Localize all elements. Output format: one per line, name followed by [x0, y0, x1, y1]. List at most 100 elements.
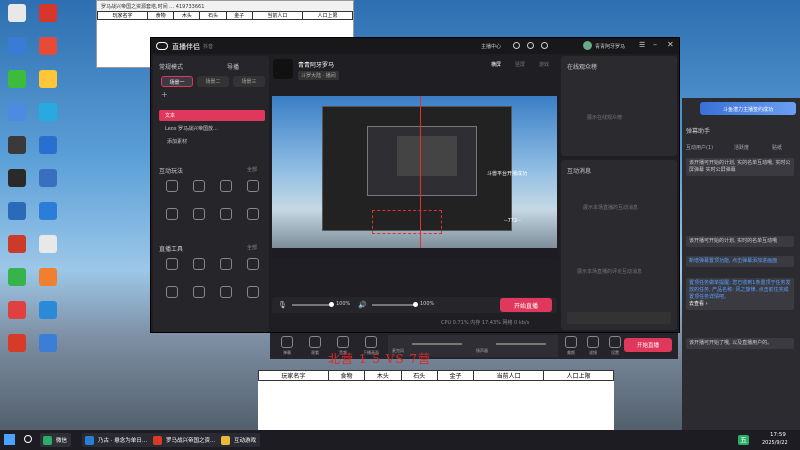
- interaction-tool-2[interactable]: [213, 180, 239, 194]
- interaction-tool-0[interactable]: [159, 180, 185, 194]
- anchor-center-button[interactable]: 主播中心: [481, 43, 501, 50]
- live-tool-5[interactable]: [186, 286, 212, 300]
- tab-activity[interactable]: 活跃度: [734, 144, 749, 151]
- desktop-icon-right-7[interactable]: [33, 235, 63, 255]
- bottom-table-window[interactable]: 玩家名字 食物 木头 石头 金子 当前人口 人口上限: [258, 370, 614, 430]
- scene-tab-2[interactable]: 场景二: [197, 76, 229, 87]
- taskbar-app-0[interactable]: 微信: [40, 433, 72, 447]
- live-tool-3[interactable]: [240, 258, 266, 272]
- app-icon: [39, 235, 57, 253]
- bottom-tool-1[interactable]: 观看: [302, 336, 328, 356]
- desktop-icon-left-7[interactable]: [2, 235, 32, 255]
- taskbar-app-1[interactable]: 乃古 · 悬念为单日…: [82, 433, 152, 447]
- desktop-icon-right-8[interactable]: [33, 268, 63, 288]
- interaction-panel: 互动消息 展示本场直播的互动消息 展示本场直播的评论互动消息: [561, 160, 677, 330]
- live-tool-0[interactable]: [159, 258, 185, 272]
- taskbar-app-2[interactable]: 罗马战兴帝国之资…: [150, 433, 220, 447]
- live-tool-1[interactable]: [186, 258, 212, 272]
- desktop-icon-right-6[interactable]: [33, 202, 63, 222]
- scene-tab-3[interactable]: 场景三: [233, 76, 265, 87]
- desktop-icon-right-3[interactable]: [33, 103, 63, 123]
- mode-select[interactable]: 常规模式: [159, 62, 183, 71]
- close-icon[interactable]: ✕: [667, 40, 674, 49]
- tool-icon: [193, 286, 205, 298]
- start-icon[interactable]: [4, 434, 15, 445]
- desktop-icon-left-10[interactable]: [2, 334, 32, 354]
- menu-icon[interactable]: ☰: [639, 41, 645, 49]
- taskbar-app-3[interactable]: 互动游戏: [218, 433, 261, 447]
- bottom-start-live-label: 开始直播: [636, 343, 659, 349]
- tool-icon: [193, 258, 205, 270]
- desktop-icon-left-0[interactable]: [2, 4, 32, 24]
- add-source-button[interactable]: 添加素材: [167, 138, 187, 145]
- add-scene-icon[interactable]: +: [161, 90, 168, 99]
- taskbar-app-icon: [85, 436, 94, 445]
- ime-indicator[interactable]: 五: [738, 435, 749, 445]
- desktop-icon-right-5[interactable]: [33, 169, 63, 189]
- bottom-tool-0[interactable]: 弹幕: [274, 336, 300, 356]
- desktop-icon-left-4[interactable]: [2, 136, 32, 156]
- desktop-icon-right-10[interactable]: [33, 334, 63, 354]
- live-tool-7[interactable]: [240, 286, 266, 300]
- speaker-volume: 100%: [420, 301, 435, 307]
- orient-game[interactable]: 游戏: [539, 61, 549, 68]
- interaction-tool-3[interactable]: [240, 180, 266, 194]
- speaker-slider[interactable]: [372, 302, 418, 307]
- account-avatar[interactable]: [583, 41, 592, 50]
- scene-tab-1[interactable]: 场景一: [161, 76, 193, 87]
- desktop-icon-left-8[interactable]: [2, 268, 32, 288]
- search-icon[interactable]: [24, 435, 32, 443]
- chat-assistant-panel[interactable]: 斗鱼潜力主播签约成功 弹幕助手 互动用户(1) 活跃度 贴纸 该开播可开始的计划…: [682, 98, 800, 430]
- interaction-tool-1[interactable]: [186, 180, 212, 194]
- live-tool-4[interactable]: [159, 286, 185, 300]
- desktop-icon-left-2[interactable]: [2, 70, 32, 90]
- desktop-icon-left-6[interactable]: [2, 202, 32, 222]
- source-item-game[interactable]: Leos 罗马战兴帝国放...: [159, 123, 265, 134]
- stream-preview[interactable]: 斗兽平台开播成功 --772--: [272, 96, 557, 258]
- desktop-icon-left-3[interactable]: [2, 103, 32, 123]
- interaction-tool-6[interactable]: [213, 208, 239, 222]
- desktop-icon-right-1[interactable]: [33, 37, 63, 57]
- tab-stickers[interactable]: 贴纸: [772, 144, 782, 151]
- tab-interactive-users[interactable]: 互动用户(1): [686, 144, 713, 151]
- audience-panel: 在线观众榜 展示在线观众榜: [561, 56, 677, 156]
- clock-time[interactable]: 17:59: [770, 432, 786, 438]
- chat-msg-4-link[interactable]: 去查看 ›: [689, 301, 791, 308]
- desktop-icon-right-0[interactable]: [33, 4, 63, 24]
- mic-slider[interactable]: [292, 302, 334, 307]
- app-icon: [8, 103, 26, 121]
- desktop-icon-right-2[interactable]: [33, 70, 63, 90]
- gift-icon[interactable]: [513, 42, 520, 49]
- interaction-tool-7[interactable]: [240, 208, 266, 222]
- chat-input[interactable]: [567, 312, 671, 324]
- interaction-tool-4[interactable]: [159, 208, 185, 222]
- desktop-icon-right-9[interactable]: [33, 301, 63, 321]
- chat-msg-1: 该开播可开始的计划, 实的名单互动哦, 实时公屏弹幕 实时公屏弹幕: [686, 158, 794, 176]
- tool-icon: [193, 208, 205, 220]
- orient-portrait[interactable]: 竖屏: [515, 61, 525, 68]
- start-live-button[interactable]: 开始直播: [500, 298, 552, 312]
- message-icon[interactable]: [527, 42, 534, 49]
- orient-landscape[interactable]: 横屏: [491, 61, 501, 68]
- speaker-icon[interactable]: 🔊: [358, 301, 367, 309]
- import-button[interactable]: 导播: [227, 62, 239, 71]
- desktop-icon-right-4[interactable]: [33, 136, 63, 156]
- interaction-all-link[interactable]: 全部: [247, 166, 257, 173]
- clock-date[interactable]: 2025/9/22: [762, 440, 788, 446]
- bottom-start-live-button[interactable]: 开始直播: [624, 338, 672, 352]
- minimize-icon[interactable]: –: [653, 40, 657, 49]
- live-tool-2[interactable]: [213, 258, 239, 272]
- mic-icon[interactable]: 🎙: [278, 301, 287, 309]
- account-name[interactable]: 青青阿牙罗马: [595, 43, 625, 50]
- shop-icon[interactable]: [541, 42, 548, 49]
- live-tool-6[interactable]: [213, 286, 239, 300]
- source-item-text[interactable]: 文本: [159, 110, 265, 121]
- bottom-mic-slider[interactable]: [412, 343, 462, 345]
- desktop-icon-left-1[interactable]: [2, 37, 32, 57]
- live-tools-all-link[interactable]: 全部: [247, 244, 257, 251]
- live-companion-window[interactable]: 直播伴侣 抖音 主播中心 青青阿牙罗马 ☰ – ✕ 常规模式 导播 场景一 场景…: [150, 37, 680, 333]
- desktop-icon-left-5[interactable]: [2, 169, 32, 189]
- desktop-icon-left-9[interactable]: [2, 301, 32, 321]
- interaction-tool-5[interactable]: [186, 208, 212, 222]
- bottom-spk-slider[interactable]: [496, 343, 546, 345]
